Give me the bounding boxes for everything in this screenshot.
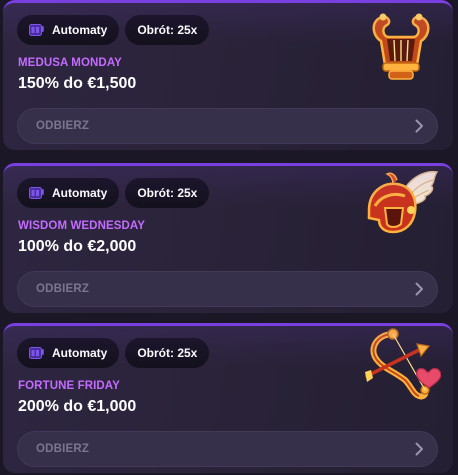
spin-requirement-tag: Obrót: 25x <box>125 338 210 368</box>
category-tag-label: Automaty <box>52 186 108 200</box>
promo-title: MEDUSA MONDAY <box>18 57 122 69</box>
spin-requirement-label: Obrót: 25x <box>137 23 198 37</box>
chevron-right-icon <box>415 119 423 133</box>
slot-machine-icon <box>29 24 44 36</box>
category-tag: Automaty <box>17 338 120 368</box>
promo-amount: 100% do €2,000 <box>18 238 137 255</box>
promo-tags: Automaty Obrót: 25x <box>17 178 210 208</box>
promo-title: FORTUNE FRIDAY <box>18 380 120 392</box>
category-tag-label: Automaty <box>52 23 108 37</box>
chevron-right-icon <box>415 442 423 456</box>
promo-amount: 150% do €1,500 <box>18 75 137 92</box>
spin-requirement-tag: Obrót: 25x <box>125 178 210 208</box>
claim-button[interactable]: ODBIERZ <box>17 108 438 144</box>
category-tag: Automaty <box>17 15 120 45</box>
chevron-right-icon <box>415 282 423 296</box>
promo-amount: 200% do €1,000 <box>18 398 137 415</box>
slot-machine-icon <box>29 347 44 359</box>
promo-title: WISDOM WEDNESDAY <box>18 220 146 232</box>
spin-requirement-label: Obrót: 25x <box>137 186 198 200</box>
claim-button-label: ODBIERZ <box>36 120 90 132</box>
winged-helmet-icon <box>367 170 439 234</box>
lyre-icon <box>372 13 430 80</box>
claim-button-label: ODBIERZ <box>36 283 90 295</box>
promo-card-fortune-friday: Automaty Obrót: 25x FORTUNE FRIDAY 200% … <box>3 323 453 473</box>
category-tag-label: Automaty <box>52 346 108 360</box>
claim-button[interactable]: ODBIERZ <box>17 431 438 467</box>
promo-tags: Automaty Obrót: 25x <box>17 15 210 45</box>
category-tag: Automaty <box>17 178 120 208</box>
promo-tags: Automaty Obrót: 25x <box>17 338 210 368</box>
slot-machine-icon <box>29 187 44 199</box>
promotions-list: Automaty Obrót: 25x MEDUSA MONDAY 150% d… <box>0 0 458 475</box>
promo-card-medusa-monday: Automaty Obrót: 25x MEDUSA MONDAY 150% d… <box>3 0 453 150</box>
promo-card-wisdom-wednesday: Automaty Obrót: 25x WISDOM WEDNESDAY 100… <box>3 163 453 313</box>
claim-button[interactable]: ODBIERZ <box>17 271 438 307</box>
spin-requirement-tag: Obrót: 25x <box>125 15 210 45</box>
spin-requirement-label: Obrót: 25x <box>137 346 198 360</box>
bow-and-arrow-icon <box>365 328 441 400</box>
claim-button-label: ODBIERZ <box>36 443 90 455</box>
